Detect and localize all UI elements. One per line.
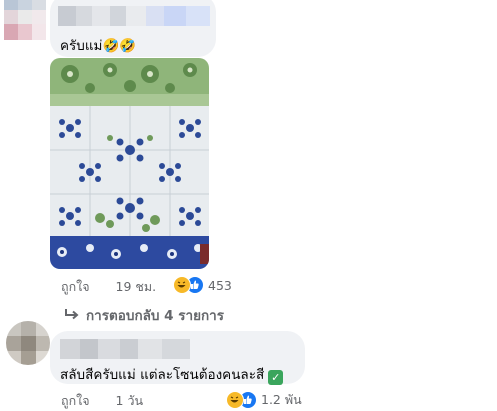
floor-tile-photo[interactable] bbox=[50, 58, 209, 269]
comment-text: สลับสีครับแม่ แต่ละโซนต้องคนละสี ✓ bbox=[60, 363, 284, 385]
laugh-icon bbox=[226, 391, 244, 409]
comment-bubble: ครับแม่🤣🤣 bbox=[50, 0, 216, 57]
laugh-icon bbox=[173, 276, 191, 294]
check-mark-icon: ✓ bbox=[268, 370, 284, 385]
comment-meta: ถูกใจ 19 ชม. bbox=[61, 277, 156, 297]
reaction-count: 453 bbox=[208, 277, 232, 293]
reaction-summary[interactable]: 1.2 พัน bbox=[226, 390, 302, 410]
avatar[interactable] bbox=[4, 0, 48, 40]
author-name[interactable] bbox=[58, 6, 210, 26]
reply-arrow-icon bbox=[65, 309, 79, 320]
comment-meta: ถูกใจ 1 วัน bbox=[61, 391, 143, 411]
view-replies-link[interactable]: การตอบกลับ 4 รายการ bbox=[64, 304, 224, 326]
photo-image bbox=[50, 58, 209, 269]
comment-text: ครับแม่🤣🤣 bbox=[60, 38, 137, 54]
author-name[interactable] bbox=[60, 339, 190, 359]
reaction-summary[interactable]: 453 bbox=[173, 276, 232, 294]
like-link[interactable]: ถูกใจ bbox=[61, 279, 90, 294]
view-replies-label: การตอบกลับ 4 รายการ bbox=[86, 308, 225, 324]
comment-timestamp[interactable]: 1 วัน bbox=[116, 393, 144, 408]
comment-bubble: สลับสีครับแม่ แต่ละโซนต้องคนละสี ✓ bbox=[50, 331, 305, 385]
like-link[interactable]: ถูกใจ bbox=[61, 393, 90, 408]
avatar[interactable] bbox=[6, 321, 50, 365]
reaction-count: 1.2 พัน bbox=[261, 392, 302, 407]
comment-timestamp[interactable]: 19 ชม. bbox=[116, 279, 157, 294]
